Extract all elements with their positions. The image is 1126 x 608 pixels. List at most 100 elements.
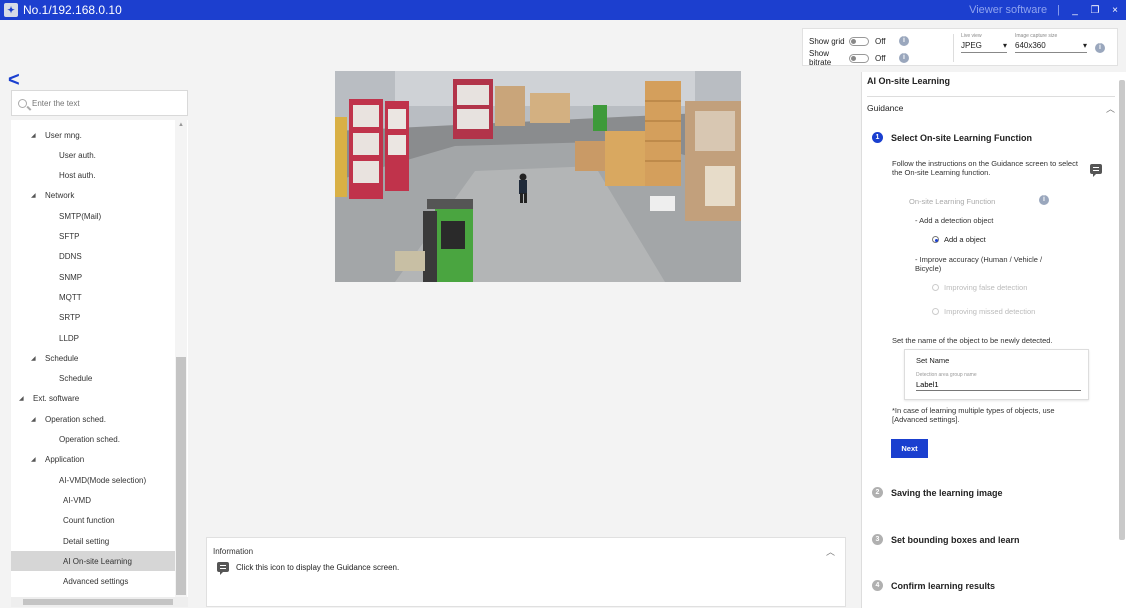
information-panel: Information ︿ Click this icon to display… [206, 537, 846, 607]
expand-triangle-icon[interactable]: ◢ [31, 456, 39, 463]
improve-false-detection-label: Improving false detection [944, 283, 1028, 292]
sidebar-item-label: MQTT [59, 292, 82, 302]
divider [953, 34, 954, 62]
guidance-section-header[interactable]: Guidance ︿ [867, 96, 1115, 118]
add-object-radio[interactable]: Add a object [932, 235, 986, 244]
sidebar-item[interactable]: LLDP [11, 328, 176, 348]
detection-group-name-input[interactable] [916, 379, 1081, 391]
sidebar-item[interactable]: MQTT [11, 287, 176, 307]
sidebar-item[interactable]: DDNS [11, 247, 176, 267]
sidebar-item-label: Schedule [59, 374, 93, 384]
next-button[interactable]: Next [891, 439, 928, 458]
sidebar-item[interactable]: ◢ User mng. [11, 125, 176, 145]
show-bitrate-label: Show bitrate [809, 49, 832, 67]
sidebar-item-label: Ext. software [33, 394, 80, 404]
improve-false-detection-radio[interactable]: Improving false detection [932, 283, 1027, 292]
step-label: Confirm learning results [891, 580, 996, 591]
info-icon[interactable]: i [899, 36, 909, 46]
app-icon: ✦ [4, 3, 18, 17]
expand-triangle-icon[interactable]: ◢ [19, 395, 27, 402]
restore-button[interactable]: ❐ [1090, 5, 1100, 16]
sidebar-item-label: Schedule [45, 353, 79, 363]
guidance-label: Guidance [867, 102, 904, 113]
chevron-down-icon: ▾ [1082, 41, 1087, 50]
sidebar-item[interactable]: ◢ Operation sched. [11, 409, 176, 429]
tree-horizontal-scrollbar[interactable] [11, 597, 188, 607]
sidebar-item-label: SNMP [59, 272, 83, 282]
view-controls: Show grid Off i Show bitrate Off i Live … [802, 28, 1118, 67]
step-4[interactable]: 4 Confirm learning results [872, 580, 995, 591]
scrollbar-thumb[interactable] [176, 357, 186, 595]
step-2[interactable]: 2 Saving the learning image [872, 487, 1003, 498]
sidebar-item[interactable]: ◢ Ext. software [11, 389, 176, 409]
back-button[interactable]: < [8, 70, 20, 90]
sidebar-item[interactable]: SNMP [11, 267, 176, 287]
sidebar-item[interactable]: Advanced settings [11, 572, 176, 592]
improve-accuracy-label: - Improve accuracy (Human / Vehicle / Bi… [915, 255, 1043, 273]
show-grid-state: Off [875, 36, 886, 46]
expand-triangle-icon[interactable]: ◢ [31, 416, 39, 423]
scroll-up-icon[interactable]: ▲ [177, 122, 185, 130]
sidebar-item[interactable]: Count function [11, 511, 176, 531]
info-icon[interactable]: i [899, 53, 909, 63]
guidance-chat-icon[interactable] [1090, 164, 1102, 177]
detection-group-name-label: Detection area group name [916, 372, 977, 378]
search-box[interactable] [11, 90, 188, 116]
tree-scrollbar[interactable]: ▲ [175, 120, 187, 606]
sidebar-item[interactable]: SFTP [11, 227, 176, 247]
sidebar-item[interactable]: AI-VMD [11, 490, 176, 510]
sidebar-item[interactable]: ◢ Network [11, 186, 176, 206]
info-icon[interactable]: i [1039, 195, 1049, 205]
sidebar-item-label: Count function [63, 516, 115, 526]
image-capture-size-value: 640x360 [1015, 41, 1046, 50]
sidebar-item-label: Detail setting [63, 536, 110, 546]
close-button[interactable]: × [1110, 5, 1120, 16]
sidebar-item[interactable]: User auth. [11, 145, 176, 165]
scrollbar-thumb[interactable] [1119, 80, 1125, 540]
search-input[interactable] [32, 98, 172, 108]
sidebar-item[interactable]: SRTP [11, 308, 176, 328]
sidebar-item[interactable]: ◢ Application [11, 450, 176, 470]
sidebar-item[interactable]: Schedule [11, 369, 176, 389]
window-title: No.1/192.168.0.10 [23, 3, 122, 17]
image-capture-size-label: Image capture size [1015, 33, 1058, 39]
collapse-chevron-icon[interactable]: ︿ [1106, 102, 1115, 115]
sidebar-item[interactable]: Detail setting [11, 531, 176, 551]
advanced-settings-note: *In case of learning multiple types of o… [892, 406, 1055, 424]
step-label: Set bounding boxes and learn [891, 534, 1020, 545]
search-icon [18, 98, 27, 108]
radio-dot [932, 308, 939, 315]
sidebar-item[interactable]: ◢ Schedule [11, 348, 176, 368]
scrollbar-thumb[interactable] [23, 599, 173, 605]
improve-missed-detection-radio[interactable]: Improving missed detection [932, 307, 1035, 316]
minimize-button[interactable]: _ [1070, 5, 1080, 16]
expand-triangle-icon[interactable]: ◢ [31, 192, 39, 199]
sidebar-item[interactable]: Host auth. [11, 166, 176, 186]
information-header: Information [213, 547, 254, 556]
expand-triangle-icon[interactable]: ◢ [31, 355, 39, 362]
sidebar-item[interactable]: Operation sched. [11, 430, 176, 450]
sidebar-item[interactable]: AI On-site Learning [11, 551, 176, 572]
expand-triangle-icon[interactable]: ◢ [31, 132, 39, 139]
guidance-chat-icon[interactable] [217, 562, 229, 575]
onsite-learning-function-label: On-site Learning Function [909, 197, 996, 206]
sidebar-item[interactable]: AI-VMD(Mode selection) [11, 470, 176, 490]
ai-onsite-learning-panel: AI On-site Learning Guidance ︿ 1 Select … [861, 72, 1126, 608]
show-bitrate-toggle[interactable] [849, 53, 869, 63]
sidebar-item-label: LLDP [59, 333, 80, 343]
live-view-select[interactable]: Live view JPEG ▾ [961, 33, 1007, 53]
sidebar-item-label: SFTP [59, 232, 80, 241]
step-3[interactable]: 3 Set bounding boxes and learn [872, 534, 1020, 545]
camera-live-view [335, 71, 741, 282]
sidebar-item-label: Network [45, 191, 75, 201]
info-icon[interactable]: i [1095, 43, 1105, 53]
collapse-chevron-icon[interactable]: ︿ [826, 545, 835, 558]
image-capture-size-select[interactable]: Image capture size 640x360 ▾ [1015, 33, 1087, 53]
panel-scrollbar[interactable] [1118, 80, 1126, 540]
sidebar-item[interactable]: SMTP(Mail) [11, 206, 176, 226]
sidebar-item-label: Operation sched. [45, 414, 106, 424]
live-view-label: Live view [961, 33, 982, 39]
warehouse-camera-image [335, 71, 741, 282]
show-grid-toggle[interactable] [849, 36, 869, 46]
step-1[interactable]: 1 Select On-site Learning Function [872, 132, 1032, 143]
